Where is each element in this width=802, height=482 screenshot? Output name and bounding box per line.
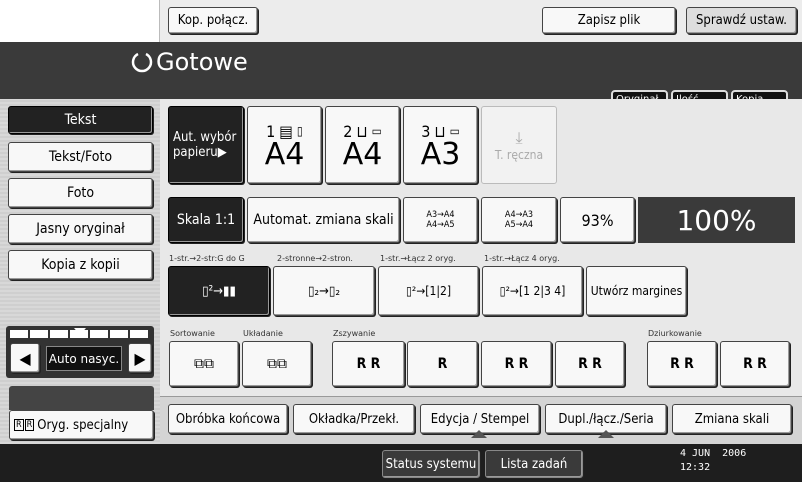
- staple-top-right-button[interactable]: R: [407, 341, 478, 387]
- kop-polacz-button[interactable]: Kop. połącz.: [168, 7, 258, 34]
- preset-line: A4→A5: [426, 220, 455, 230]
- tray-1-button[interactable]: 1 ▤ ▯ A4: [247, 106, 322, 184]
- special-original-button[interactable]: R R Oryg. specjalny: [9, 410, 154, 440]
- full-size-button[interactable]: Skala 1:1: [168, 197, 244, 243]
- combine-4-button[interactable]: ▯²→[1 2|3 4]: [482, 266, 583, 316]
- combine-4-icon: ▯²→[1 2|3 4]: [499, 284, 566, 298]
- special-original-icon: R: [14, 419, 24, 431]
- punch-label: Dziurkowanie: [648, 329, 702, 338]
- preset-line: A5→A4: [504, 220, 534, 230]
- preset-line: A4→A3: [504, 210, 534, 220]
- density-darker-button[interactable]: ▶: [128, 343, 152, 373]
- duplex-label: 1-str.→Łącz 2 oryg.: [380, 254, 456, 263]
- paper-orientation-icon: ▯: [296, 124, 303, 138]
- ready-icon: [130, 51, 154, 75]
- duplex-label: 1-str.→2-str:G do G: [169, 254, 245, 263]
- paper-size: A4: [264, 136, 305, 172]
- tray-2-button[interactable]: 2 ⊔ ▭ A4: [325, 106, 400, 184]
- original-type-text[interactable]: Tekst: [8, 106, 153, 134]
- special-original-label: Oryg. specjalny: [37, 417, 129, 433]
- special-original-icon: R: [24, 419, 35, 431]
- top-left-blank: [0, 0, 160, 42]
- duplex-2to2-button[interactable]: ▯₂→▯₂: [273, 266, 375, 316]
- preset-enlarge-button[interactable]: A4→A3 A5→A4: [481, 197, 557, 243]
- original-type-light[interactable]: Jasny oryginał: [8, 214, 153, 244]
- punch-top-button[interactable]: R R: [720, 341, 790, 387]
- sprawdz-ustaw-button[interactable]: Sprawdź ustaw.: [686, 7, 797, 34]
- punch-left-button[interactable]: R R: [647, 341, 717, 387]
- staple-top-2-icon: R R: [578, 356, 602, 372]
- paper-size: A3: [420, 136, 461, 172]
- preset-line: A3→A4: [426, 210, 455, 220]
- duplex-1to2-button[interactable]: ▯²→▮▮: [168, 266, 270, 316]
- punch-left-icon: R R: [670, 356, 694, 372]
- job-list-button[interactable]: Lista zadań: [485, 450, 583, 478]
- combine-2-icon: ▯²→[1|2]: [405, 284, 452, 298]
- original-type-photo[interactable]: Foto: [8, 178, 153, 208]
- staple-left-2-button[interactable]: R R: [481, 341, 552, 387]
- bypass-icon: ⤓: [515, 128, 523, 147]
- auto-density-button[interactable]: Auto nasyc.: [46, 346, 122, 371]
- original-type-generation[interactable]: Kopia z kopii: [8, 250, 153, 280]
- density-lighter-button[interactable]: ◀: [10, 343, 40, 373]
- stack-label: Układanie: [243, 329, 283, 338]
- tab-dup-indicator-icon: [598, 430, 614, 438]
- staple-top-2-button[interactable]: R R: [555, 341, 625, 387]
- sort-label: Sortowanie: [170, 329, 215, 338]
- auto-reduce-enlarge-button[interactable]: Automat. zmiana skali: [247, 197, 400, 243]
- tab-edit-indicator-icon: [471, 430, 487, 438]
- original-type-text-photo[interactable]: Tekst/Foto: [8, 142, 153, 172]
- staple-top-left-button[interactable]: R R: [332, 341, 405, 387]
- staple-top-left-icon: R R: [356, 356, 381, 372]
- bypass-tray-button[interactable]: ⤓ T. ręczna: [481, 106, 557, 184]
- tray-3-button[interactable]: 3 ⊔ ▭ A3: [403, 106, 478, 184]
- duplex-2to2-icon: ▯₂→▯₂: [307, 283, 341, 299]
- paper-size: A4: [342, 136, 383, 172]
- tab-reduce-enlarge[interactable]: Zmiana skali: [672, 404, 792, 434]
- density-control: ◀ Auto nasyc. ▶: [6, 326, 154, 378]
- combine-2-button[interactable]: ▯²→[1|2]: [378, 266, 479, 316]
- tab-cover-slip[interactable]: Okładka/Przekł.: [293, 404, 415, 434]
- scale-93-button[interactable]: 93%: [560, 197, 635, 243]
- staple-label: Zszywanie: [333, 329, 376, 338]
- zapisz-plik-button[interactable]: Zapisz plik: [542, 7, 676, 34]
- create-margin-button[interactable]: Utwórz margines: [586, 266, 687, 316]
- punch-top-icon: R R: [743, 356, 767, 372]
- top-bar: Kop. połącz. Zapisz plik Sprawdź ustaw.: [0, 0, 802, 42]
- paper-orientation-icon: ▭: [371, 124, 382, 138]
- status-text: Gotowe: [156, 48, 248, 76]
- stack-icon: ⧉⧉: [267, 356, 287, 372]
- time-display: 12:32: [680, 462, 711, 473]
- footer-bar: Status systemu Lista zadań 4 JUN 2006 12…: [0, 444, 802, 482]
- auto-paper-select-button[interactable]: Aut. wybór papieru▶: [168, 106, 244, 184]
- density-pointer-icon: [74, 328, 86, 335]
- duplex-1to2-icon: ▯²→▮▮: [202, 283, 236, 299]
- duplex-label: 1-str.→Łącz 4 oryg.: [484, 254, 560, 263]
- stack-button[interactable]: ⧉⧉: [242, 341, 312, 387]
- tab-finishing[interactable]: Obróbka końcowa: [168, 404, 288, 434]
- paper-orientation-icon: ▭: [449, 124, 460, 138]
- staple-top-right-icon: R: [437, 356, 448, 372]
- duplex-label: 2-stronne→2-stron.: [277, 254, 353, 263]
- scale-display: 100%: [638, 197, 795, 243]
- special-original-header: [9, 386, 154, 410]
- bypass-label: T. ręczna: [494, 148, 544, 162]
- preset-reduce-button[interactable]: A3→A4 A4→A5: [403, 197, 478, 243]
- sort-button[interactable]: ⧉⧉: [169, 341, 239, 387]
- system-status-button[interactable]: Status systemu: [382, 450, 480, 478]
- sort-icon: ⧉⧉: [194, 356, 214, 372]
- staple-left-2-icon: R R: [504, 356, 529, 372]
- date-display: 4 JUN 2006: [680, 448, 747, 459]
- status-bar: Gotowe Oryginał 0 Ilość 1 Kopia 0: [0, 42, 802, 136]
